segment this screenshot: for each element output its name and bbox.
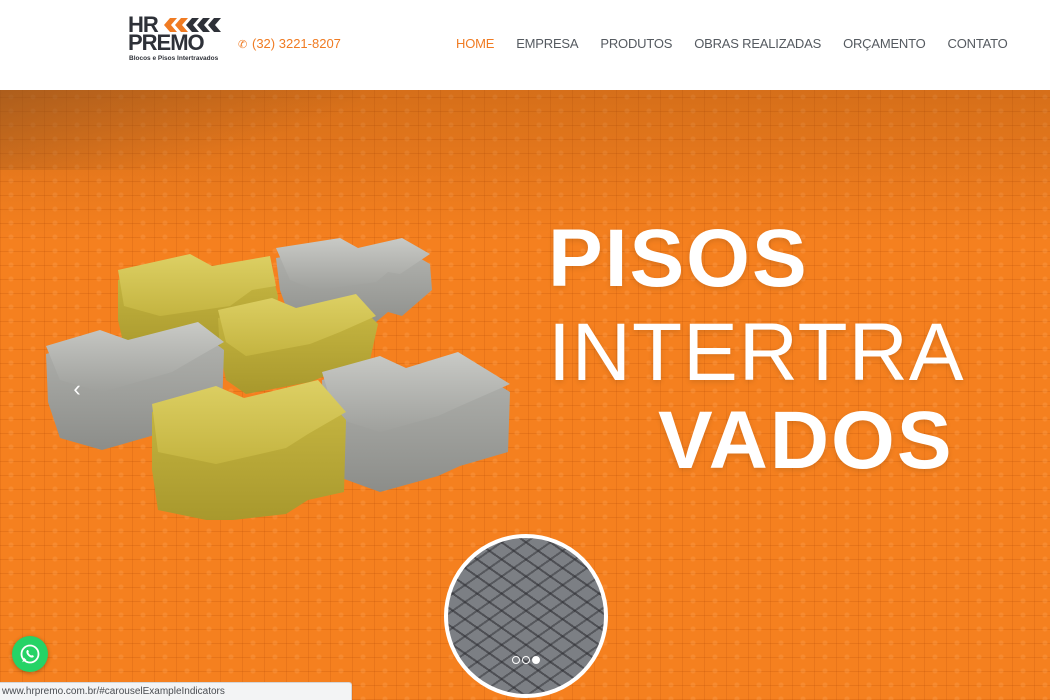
phone-number: (32) 3221-8207 bbox=[252, 36, 341, 51]
nav-item-orcamento[interactable]: ORÇAMENTO bbox=[843, 36, 926, 51]
paver-grey-right bbox=[322, 352, 510, 492]
hero-carousel: PISOS INTERTRA VADOS ‹ bbox=[0, 90, 1050, 700]
nav-item-produtos[interactable]: PRODUTOS bbox=[600, 36, 672, 51]
whatsapp-icon bbox=[20, 644, 40, 664]
paver-yellow-front bbox=[152, 380, 346, 520]
chevron-left-icon: ‹ bbox=[73, 376, 81, 401]
carousel-indicators bbox=[512, 656, 540, 664]
logo-tagline: Blocos e Pisos Intertravados bbox=[129, 55, 219, 62]
nav-item-obras-realizadas[interactable]: OBRAS REALIZADAS bbox=[694, 36, 821, 51]
carousel-indicator-1[interactable] bbox=[512, 656, 520, 664]
whatsapp-button[interactable] bbox=[12, 636, 48, 672]
hero-title: PISOS INTERTRA VADOS bbox=[548, 218, 965, 482]
nav-item-home[interactable]: HOME bbox=[456, 36, 494, 51]
nav-item-empresa[interactable]: EMPRESA bbox=[516, 36, 578, 51]
nav-item-contato[interactable]: CONTATO bbox=[948, 36, 1008, 51]
site-header: HR PREMO Blocos e Pisos Intertravados ✆ (… bbox=[0, 0, 1050, 90]
hero-background-street bbox=[0, 90, 360, 170]
paver-blocks-image bbox=[46, 238, 510, 520]
carousel-prev-button[interactable]: ‹ bbox=[64, 376, 90, 402]
hero-title-line2: INTERTRA bbox=[548, 307, 965, 398]
main-nav: HOME EMPRESA PRODUTOS OBRAS REALIZADAS O… bbox=[456, 36, 1008, 51]
carousel-indicator-3[interactable] bbox=[532, 656, 540, 664]
logo-premo-text: PREMO bbox=[128, 30, 205, 55]
browser-status-url: www.hrpremo.com.br/#carouselExampleIndic… bbox=[0, 682, 352, 700]
hr-premo-logo[interactable]: HR PREMO Blocos e Pisos Intertravados bbox=[128, 12, 224, 64]
hero-title-line1: PISOS bbox=[548, 213, 809, 304]
carousel-indicator-2[interactable] bbox=[522, 656, 530, 664]
phone-icon: ✆ bbox=[238, 39, 248, 51]
hero-title-line3: VADOS bbox=[658, 395, 954, 486]
paving-circle-photo bbox=[444, 534, 608, 698]
header-phone[interactable]: ✆ (32) 3221-8207 bbox=[238, 36, 341, 51]
